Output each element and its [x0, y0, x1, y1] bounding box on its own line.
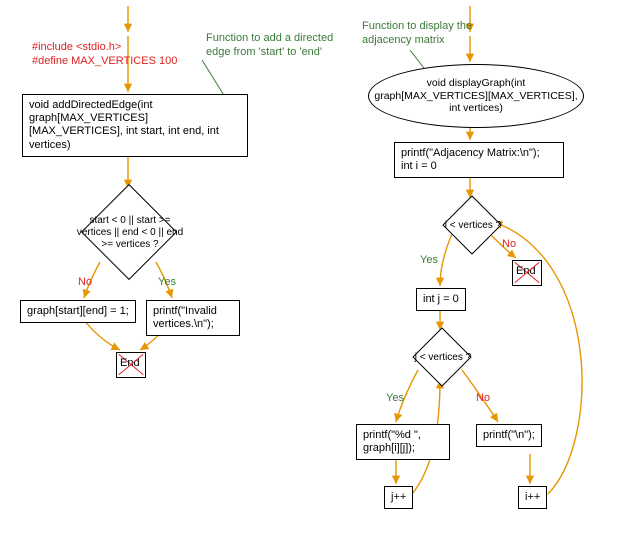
left-end: End: [116, 352, 146, 378]
right-init-j: int j = 0: [416, 288, 466, 311]
right-init: printf("Adjacency Matrix:\n"); int i = 0: [394, 142, 564, 178]
right-i-no: No: [502, 238, 516, 250]
right-ipp: i++: [518, 486, 547, 509]
right-func-signature: void displayGraph(int graph[MAX_VERTICES…: [368, 64, 584, 128]
left-func-signature: void addDirectedEdge(int graph[MAX_VERTI…: [22, 94, 248, 157]
right-end: End: [512, 260, 542, 286]
right-jpp: j++: [384, 486, 413, 509]
right-i-yes: Yes: [420, 254, 438, 266]
left-decision: start < 0 || start >= vertices || end < …: [70, 188, 186, 274]
right-comment: Function to display the adjacency matrix: [362, 20, 492, 48]
preproc-include: #include <stdio.h>: [32, 40, 121, 54]
left-yes-label: Yes: [158, 276, 176, 288]
right-j-yes: Yes: [386, 392, 404, 404]
right-j-no: No: [476, 392, 490, 404]
left-no-label: No: [78, 276, 92, 288]
left-yes-branch: printf("Invalid vertices.\n");: [146, 300, 240, 336]
right-decision-j: j < vertices ?: [396, 330, 486, 382]
preproc-define: #define MAX_VERTICES 100: [32, 54, 177, 68]
left-comment: Function to add a directed edge from 'st…: [206, 32, 336, 60]
left-no-branch: graph[start][end] = 1;: [20, 300, 136, 323]
right-print-newline: printf("\n");: [476, 424, 542, 447]
right-print-cell: printf("%d ", graph[i][j]);: [356, 424, 450, 460]
